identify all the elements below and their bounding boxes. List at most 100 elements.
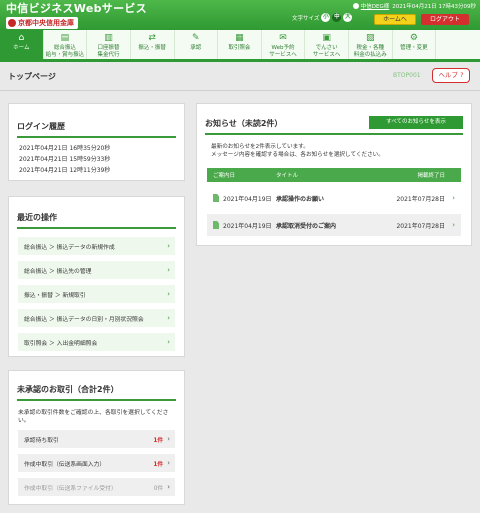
recent-operations-card: 最近の操作 総合振込 ＞ 振込データの新規作成 › 総合振込 ＞ 振込先の管理 › … [8, 196, 185, 357]
notice-title: 承認操作のお願い [276, 195, 325, 203]
densai-icon: ▣ [322, 33, 331, 43]
unapproved-item-label: 承認待ち取引 [24, 437, 59, 444]
notices-header: お知らせ（未読2件） すべてのお知らせを表示 [205, 116, 463, 135]
login-history-entry: 2021年04月21日 12時11分39秒 [19, 167, 111, 174]
login-history-entry: 2021年04月21日 16時35分20秒 [19, 145, 111, 152]
chevron-right-icon: › [167, 290, 170, 298]
user-info: 中信DEG様 2021年04月21日 17時43分09秒 [352, 2, 476, 10]
font-size-small-button[interactable]: 小 [321, 13, 331, 22]
login-history-entry: 2021年04月21日 15時59分33秒 [19, 156, 111, 163]
notice-row[interactable]: 2021年04月19日 承認取消受付のご案内 2021年07月28日 › [207, 214, 461, 236]
recent-operations-title: 最近の操作 [17, 212, 176, 229]
help-button[interactable]: ヘルプ ? [432, 68, 470, 83]
show-all-notices-button[interactable]: すべてのお知らせを表示 [369, 116, 463, 129]
recent-operation-link[interactable]: 総合振込 ＞ 振込データの日別・月別状況照会 › [18, 309, 175, 327]
column-header-date: ご案内日 [213, 173, 236, 179]
unapproved-title: 未承認のお取引（合計2件） [17, 384, 176, 401]
bank-name: 京都中央信用金庫 [6, 17, 78, 29]
unapproved-transactions-card: 未承認のお取引（合計2件） 未承認の取引件数をご確認の上、各取引を選択してくださ… [8, 370, 185, 505]
font-size-label: 文字サイズ [292, 15, 320, 22]
document-icon [213, 194, 219, 202]
chevron-right-icon: › [452, 194, 455, 202]
brand-title: 中信ビジネスWebサービス [6, 2, 147, 15]
nav-label: でんさい サービスへ [312, 45, 341, 58]
recent-operation-label: 振込・振替 ＞ 新規取引 [24, 292, 86, 299]
nav-label: 管理・変更 [400, 45, 428, 51]
nav-label: ホーム [13, 45, 30, 51]
nav-item-inquiry[interactable]: ▦ 取引照会 [218, 30, 262, 59]
inquiry-icon: ▦ [235, 33, 244, 43]
unapproved-item-label: 作成中取引（伝送系画面入力） [24, 461, 106, 468]
bank-name-label: 京都中央信用金庫 [18, 19, 74, 27]
chevron-right-icon: › [167, 266, 170, 274]
notices-table-header: ご案内日 タイトル 掲載終了日 [207, 168, 461, 182]
transfer-icon: ▤ [60, 33, 70, 43]
nav-label: 口座振替 集金代行 [97, 45, 120, 58]
unapproved-item-pending[interactable]: 承認待ち取引 1件 › [18, 430, 175, 448]
chevron-right-icon: › [167, 314, 170, 322]
nav-item-web-reserve[interactable]: ✉ Web予約 サービスへ [262, 30, 306, 59]
nav-label: Web予約 サービスへ [269, 45, 297, 58]
app-header: 中信ビジネスWebサービス 京都中央信用金庫 中信DEG様 2021年04月21日… [0, 0, 480, 30]
tax-icon: ▧ [366, 33, 375, 43]
nav-label: 総合振込 給与・賞与振込 [45, 45, 85, 58]
user-name-link[interactable]: 中信DEG様 [361, 4, 389, 10]
nav-item-approval[interactable]: ✎ 承認 [175, 30, 219, 59]
login-history-title: ログイン履歴 [17, 121, 176, 138]
recent-operation-link[interactable]: 振込・振替 ＞ 新規取引 › [18, 285, 175, 303]
nav-item-home[interactable]: ⌂ ホーム [0, 30, 44, 59]
last-login-text: 2021年04月21日 17時43分09秒 [392, 4, 476, 10]
debit-icon: ▥ [104, 33, 113, 43]
notices-title: お知らせ（未読2件） [205, 119, 283, 128]
recent-operation-label: 総合振込 ＞ 振込データの新規作成 [24, 244, 115, 251]
notices-description: 最新のお知らせを2件表示しています。 メッセージ内容を確認する場合は、各お知らせ… [211, 144, 384, 158]
recent-operation-link[interactable]: 総合振込 ＞ 振込データの新規作成 › [18, 237, 175, 255]
divider [0, 90, 480, 91]
recent-operation-label: 取引照会 ＞ 入出金明細照会 [24, 340, 98, 347]
approve-icon: ✎ [192, 33, 200, 43]
notices-table: ご案内日 タイトル 掲載終了日 2021年04月19日 承認操作のお願い 202… [207, 168, 461, 236]
recent-operation-link[interactable]: 取引照会 ＞ 入出金明細照会 › [18, 333, 175, 351]
unapproved-description: 未承認の取引件数をご確認の上、各取引を選択してください。 [18, 410, 169, 424]
chevron-right-icon: › [167, 242, 170, 250]
unapproved-count: 0件 [153, 485, 164, 492]
chevron-right-icon: › [167, 459, 170, 467]
nav-item-transfer[interactable]: ⇄ 振込・振替 [131, 30, 175, 59]
recent-operations-list: 総合振込 ＞ 振込データの新規作成 › 総合振込 ＞ 振込先の管理 › 振込・振替 … [9, 229, 184, 351]
notice-date: 2021年04月19日 [213, 194, 276, 203]
unapproved-count: 1件 [153, 461, 164, 468]
nav-item-densai[interactable]: ▣ でんさい サービスへ [305, 30, 349, 59]
chevron-right-icon: › [452, 221, 455, 229]
screen-id: BTOP001 [393, 72, 421, 79]
recent-operation-label: 総合振込 ＞ 振込データの日別・月別状況照会 [24, 316, 144, 323]
recent-operation-label: 総合振込 ＞ 振込先の管理 [24, 268, 92, 275]
settings-icon: ⚙ [409, 33, 418, 43]
column-header-title: タイトル [276, 173, 299, 179]
nav-item-tax-payment[interactable]: ▧ 税金・各種 料金の払込み [349, 30, 393, 59]
nav-label: 承認 [190, 45, 202, 51]
nav-item-account-debit[interactable]: ▥ 口座振替 集金代行 [87, 30, 131, 59]
page-title: トップページ [8, 72, 56, 81]
home-button[interactable]: ホームへ [374, 14, 416, 25]
unapproved-list: 承認待ち取引 1件 › 作成中取引（伝送系画面入力） 1件 › 作成中取引（伝送系ファイ… [9, 425, 184, 496]
brand: 中信ビジネスWebサービス 京都中央信用金庫 [6, 2, 147, 29]
notice-date: 2021年04月19日 [213, 221, 276, 230]
nav-item-bulk-transfer[interactable]: ▤ 総合振込 給与・賞与振込 [44, 30, 88, 59]
login-history-card: ログイン履歴 2021年04月21日 16時35分20秒 2021年04月21日… [8, 103, 185, 181]
chevron-right-icon: › [167, 483, 170, 491]
notice-due-date: 2021年07月28日 [396, 195, 445, 203]
unapproved-item-draft-screen[interactable]: 作成中取引（伝送系画面入力） 1件 › [18, 454, 175, 472]
notice-title: 承認取消受付のご案内 [276, 222, 337, 230]
document-icon [213, 221, 219, 229]
recent-operation-link[interactable]: 総合振込 ＞ 振込先の管理 › [18, 261, 175, 279]
nav-item-settings[interactable]: ⚙ 管理・変更 [393, 30, 437, 59]
font-size-medium-button[interactable]: 中 [332, 13, 342, 22]
font-size-large-button[interactable]: 大 [343, 13, 353, 22]
logout-button[interactable]: ログアウト [421, 14, 469, 25]
unapproved-item-draft-file[interactable]: 作成中取引（伝送系ファイル受付） 0件 › [18, 478, 175, 496]
notices-card: お知らせ（未読2件） すべてのお知らせを表示 最新のお知らせを2件表示しています… [196, 103, 472, 246]
main-nav: ⌂ ホーム ▤ 総合振込 給与・賞与振込 ▥ 口座振替 集金代行 ⇄ 振込・振替 ✎ 承認… [0, 30, 480, 62]
question-icon: ? [460, 71, 464, 79]
notice-row[interactable]: 2021年04月19日 承認操作のお願い 2021年07月28日 › [207, 187, 461, 209]
notice-date-text: 2021年04月19日 [223, 195, 272, 203]
